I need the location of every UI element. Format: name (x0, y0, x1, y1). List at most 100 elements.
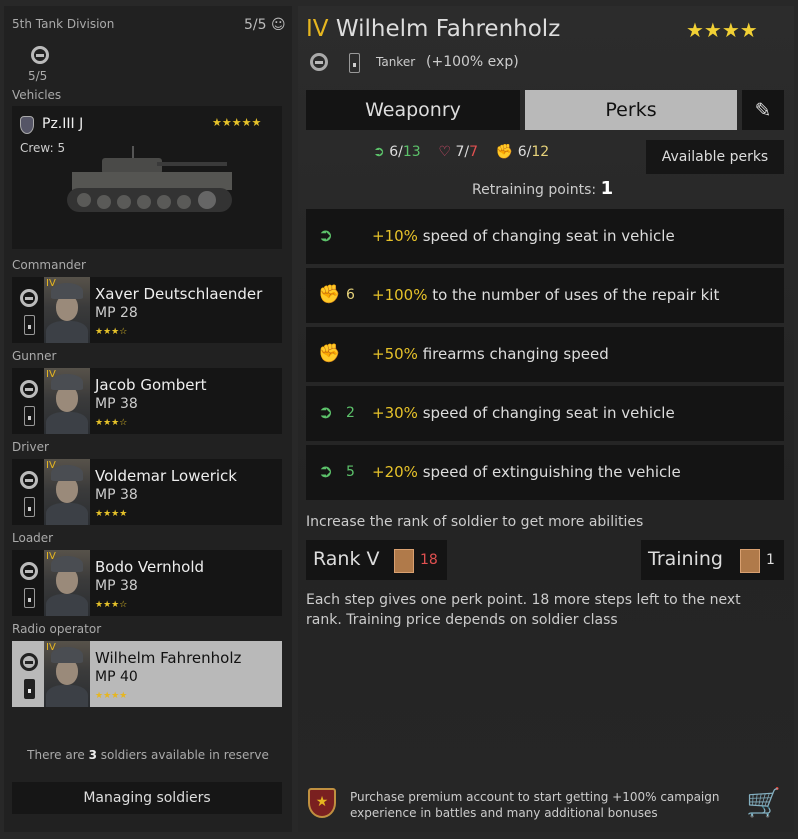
vehicle-count: 5/5 (28, 69, 48, 83)
soldier-card[interactable]: IV Xaver Deutschlaender MP 28 ★★★☆ (12, 277, 282, 343)
steering-wheel-icon (310, 53, 328, 71)
soldier-card[interactable]: IV Wilhelm Fahrenholz MP 40 ★★★★ (12, 641, 282, 707)
tab-weaponry[interactable]: Weaponry (306, 90, 520, 130)
perk-level: 2 (346, 405, 355, 421)
perk-stats: ➲ 6/13 ♡ 7/7 ✊ 6/12 (373, 144, 550, 160)
retraining-points: Retraining points: 1 (472, 178, 614, 199)
shopping-cart-icon[interactable]: 🛒 (746, 786, 781, 819)
vehicles-label: Vehicles (12, 88, 62, 102)
perk-row[interactable]: ✊ 6 +100% to the number of uses of the r… (306, 268, 784, 323)
perk-description: +10% speed of changing seat in vehicle (372, 227, 675, 245)
soldier-title: IV Wilhelm Fahrenholz (306, 16, 561, 42)
perk-row[interactable]: ✊ +50% firearms changing speed (306, 327, 784, 382)
soldier-weapon: MP 40 (95, 669, 138, 685)
training-button[interactable]: Training 1 (641, 540, 784, 580)
rank-hint: Increase the rank of soldier to get more… (306, 514, 644, 530)
premium-text: Purchase premium account to start gettin… (350, 790, 720, 820)
perk-description: +50% firearms changing speed (372, 345, 609, 363)
perk-row[interactable]: ➲ 5 +20% speed of extinguishing the vehi… (306, 445, 784, 500)
steering-wheel-icon (20, 653, 38, 671)
soldier-name: Wilhelm Fahrenholz (95, 649, 242, 667)
role-label: Commander (12, 258, 86, 272)
medal-icon (740, 549, 760, 573)
soldier-portrait: IV (44, 368, 90, 434)
perk-description: +100% to the number of uses of the repai… (372, 286, 720, 304)
class-slot-icon (24, 497, 35, 517)
boot-icon: ➲ (318, 225, 334, 246)
soldier-weapon: MP 38 (95, 487, 138, 503)
soldier-name: Voldemar Lowerick (95, 467, 237, 485)
edit-pencil-icon[interactable]: ✎ (742, 90, 784, 130)
class-slot-icon (24, 679, 35, 699)
perk-level: 6 (346, 287, 355, 303)
perk-row[interactable]: ➲ 2 +30% speed of changing seat in vehic… (306, 386, 784, 441)
soldier-stars: ★★★★ (95, 691, 128, 701)
soldier-stars: ★★★★ (95, 509, 128, 519)
available-perks-button[interactable]: Available perks (646, 140, 784, 174)
fist-icon: ✊ (495, 144, 514, 160)
soldier-rank: IV (46, 278, 56, 289)
soldier-card[interactable]: IV Voldemar Lowerick MP 38 ★★★★ (12, 459, 282, 525)
soldier-rank: IV (46, 460, 56, 471)
soldier-weapon: MP 38 (95, 396, 138, 412)
tab-perks[interactable]: Perks (525, 90, 737, 130)
soldier-portrait: IV (44, 277, 90, 343)
soldier-portrait: IV (44, 459, 90, 525)
rank-up-label: Rank V (313, 548, 380, 570)
fist-icon: ✊ (318, 284, 341, 305)
soldier-rank: IV (46, 551, 56, 562)
training-cost: 1 (766, 552, 775, 568)
vehicle-card[interactable]: Pz.III J ★★★★★ Crew: 5 (12, 106, 282, 249)
steering-wheel-icon (20, 289, 38, 307)
soldier-card[interactable]: IV Jacob Gombert MP 38 ★★★☆ (12, 368, 282, 434)
rank-up-button[interactable]: Rank V 18 (306, 540, 447, 580)
soldier-rank: IV (46, 369, 56, 380)
steering-wheel-icon (20, 562, 38, 580)
boot-icon: ➲ (373, 144, 385, 160)
soldier-name: Bodo Vernhold (95, 558, 205, 576)
class-slot-icon (24, 588, 35, 608)
soldier-name: Xaver Deutschlaender (95, 285, 263, 303)
vehicle-name: Pz.III J (42, 116, 84, 132)
perk-description: +20% speed of extinguishing the vehicle (372, 463, 681, 481)
steering-wheel-icon (20, 380, 38, 398)
fist-icon: ✊ (318, 343, 341, 364)
soldier-class: Tanker (376, 55, 416, 69)
soldier-stars: ★★★☆ (95, 418, 128, 428)
soldier-stars: ★★★☆ (95, 327, 128, 337)
vehicle-crew: Crew: 5 (20, 141, 66, 155)
soldier-stars: ★★★★ (686, 18, 758, 42)
rank-cost: 18 (420, 552, 438, 568)
soldier-rank: IV (46, 642, 56, 653)
class-slot-icon (24, 406, 35, 426)
squad-panel: 5th Tank Division 5/5 ☺ 5/5 Vehicles Pz.… (4, 6, 292, 832)
soldier-portrait: IV (44, 550, 90, 616)
perk-description: +30% speed of changing seat in vehicle (372, 404, 675, 422)
soldier-weapon: MP 38 (95, 578, 138, 594)
soldier-stars: ★★★☆ (95, 600, 128, 610)
medal-icon (394, 549, 414, 573)
tank-image (67, 146, 232, 212)
heart-icon: ♡ (438, 144, 452, 160)
soldier-panel: IV Wilhelm Fahrenholz ★★★★ Tanker (+100%… (298, 6, 794, 832)
vehicle-stars: ★★★★★ (212, 116, 262, 129)
role-label: Radio operator (12, 622, 102, 636)
perk-row[interactable]: ➲ +10% speed of changing seat in vehicle (306, 209, 784, 264)
rank-description: Each step gives one perk point. 18 more … (306, 592, 741, 628)
soldier-weapon: MP 28 (95, 305, 138, 321)
role-label: Loader (12, 531, 54, 545)
managing-soldiers-button[interactable]: Managing soldiers (12, 782, 282, 814)
class-slot-icon (24, 315, 35, 335)
premium-badge-icon: ★ (308, 788, 336, 818)
steering-wheel-icon (31, 46, 49, 64)
exp-bonus: (+100% exp) (426, 54, 519, 70)
boot-icon: ➲ (318, 402, 334, 423)
reserve-info: There are 3 soldiers available in reserv… (27, 748, 269, 762)
soldier-card[interactable]: IV Bodo Vernhold MP 38 ★★★☆ (12, 550, 282, 616)
squad-count: 5/5 ☺ (244, 17, 286, 33)
shield-icon (20, 116, 34, 134)
role-label: Gunner (12, 349, 57, 363)
steering-wheel-icon (20, 471, 38, 489)
person-icon: ☺ (266, 17, 286, 33)
class-slot-icon (349, 53, 360, 73)
